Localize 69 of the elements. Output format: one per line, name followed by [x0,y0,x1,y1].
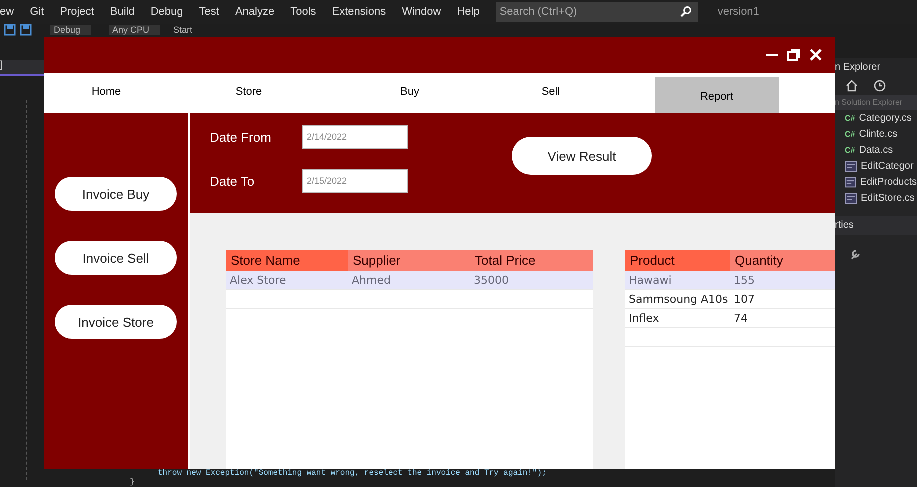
table-row[interactable]: Sammsoung A10s 107 [625,290,835,309]
date-field[interactable]: 2/14/2022 [302,125,408,149]
menu-item[interactable]: Git [22,6,52,18]
search-field[interactable]: n Solution Explorer [835,95,917,110]
table-cell-text: 155 [733,274,756,286]
invoice-button[interactable]: Invoice Sell [55,241,177,275]
form-file-icon [845,160,857,172]
table-cell-text: Inflex [628,312,660,324]
toolbar-dropdown[interactable]: Debug [50,25,91,35]
menu-item[interactable]: Debug [142,6,192,18]
panel-title: rties [835,216,917,235]
date-label: Date To [210,174,256,188]
close-icon[interactable] [809,48,823,62]
table-cell-text: Hawawi [628,274,673,286]
table-cell-text: 35000 [473,274,510,286]
editor-tab[interactable]: ] [0,60,44,76]
invoice-button[interactable]: Invoice Store [55,305,177,339]
panel-title: n Explorer [835,61,882,75]
table-cell-text: Sammsoung A10s [628,292,730,306]
menu-item[interactable]: ew [0,6,22,18]
csharp-file-icon: C# [845,130,856,138]
menu-item[interactable]: Analyze [227,6,283,18]
table-cell-text: Alex Store [229,274,288,286]
start-button[interactable]: Start [174,25,193,35]
file-item[interactable]: Data.cs [859,144,894,156]
date-field[interactable]: 2/15/2022 [302,169,408,193]
code-line: } [130,478,136,487]
csharp-file-icon: C# [845,114,856,122]
column-header[interactable]: Total Price [470,250,592,271]
form-file-icon [845,192,857,204]
menu-item[interactable]: Window [394,6,450,18]
table-row[interactable]: Inflex 74 [625,309,835,328]
menu-item[interactable]: Help [449,6,488,18]
file-item[interactable]: Category.cs [859,112,912,124]
column-header[interactable]: Supplier [348,250,470,271]
home-icon[interactable] [845,79,859,93]
menu-item[interactable]: Tools [282,6,324,18]
file-item[interactable]: Clinte.cs [859,128,898,140]
wrench-icon[interactable] [849,247,863,261]
toolbar-dropdown[interactable]: Any CPU [108,25,160,35]
view-result-button[interactable]: View Result [512,137,652,175]
solution-name: version1 [718,6,760,18]
save-icon[interactable] [4,24,16,36]
menu-item[interactable]: Build [102,6,143,18]
date-label: Date From [210,130,272,144]
csharp-file-icon: C# [845,146,856,154]
column-header[interactable]: Quantity [730,250,835,271]
menu-item[interactable]: Project [52,6,102,18]
code-line: throw new Exception("Something want wrong, reselect the invoice and Try again!"); [157,469,547,478]
file-item[interactable]: EditStore.cs [861,192,915,204]
file-item[interactable]: EditProducts [860,176,917,188]
invoice-button[interactable]: Invoice Buy [55,177,177,211]
search-icon [680,6,692,18]
column-header[interactable]: Product [625,250,730,271]
table-cell-text: 74 [733,312,749,324]
table-cell-text: Ahmed [351,274,392,286]
save-all-icon[interactable] [20,24,32,36]
menu-item[interactable]: Test [191,6,228,18]
history-icon[interactable] [873,79,887,93]
table-row[interactable]: Hawawi 155 [625,271,835,290]
form-file-icon [845,176,856,188]
nav-tab[interactable]: Report [655,77,779,113]
restore-icon[interactable] [787,48,801,62]
menu-item[interactable]: Extensions [324,6,394,18]
table-cell-text: 107 [733,292,756,306]
table-row[interactable]: Alex Store Ahmed 35000 [226,271,593,290]
file-item[interactable]: EditCategor [861,160,914,172]
search-field[interactable]: Search (Ctrl+Q) [496,2,698,22]
column-header[interactable]: Store Name [226,250,348,271]
